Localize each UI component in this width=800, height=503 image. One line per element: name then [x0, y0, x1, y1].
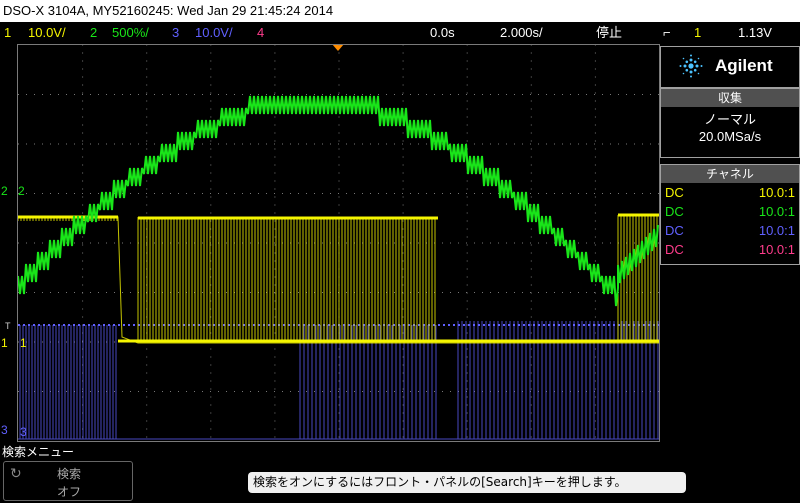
ch4-probe: 10.0:1	[758, 242, 795, 257]
trigger-slope-icon: ⌐	[663, 25, 671, 40]
channel-row-2: DC 10.0:1	[661, 202, 799, 221]
ch2-label: 2	[18, 184, 25, 198]
ch3-probe: 10.0:1	[758, 223, 795, 238]
ch2-ground-marker[interactable]: 2	[1, 185, 8, 197]
acquisition-box[interactable]: 収集 ノーマル 20.0MSa/s	[660, 88, 800, 158]
trigger-level-marker: T	[5, 321, 11, 331]
ch3-ground-marker[interactable]: 3	[1, 424, 8, 436]
waveform-canvas	[18, 45, 659, 440]
agilent-logo-box: Agilent	[660, 46, 800, 88]
channels-header: チャネル	[661, 165, 799, 183]
ch4-coupling: DC	[665, 242, 684, 257]
channels-box[interactable]: チャネル DC 10.0:1 DC 10.0:1 DC 10.0:1 DC 10…	[660, 164, 800, 265]
time-delay: 0.0s	[430, 25, 455, 40]
side-panel: Agilent 収集 ノーマル 20.0MSa/s チャネル DC 10.0:1…	[660, 44, 800, 442]
ch1-high-level	[18, 213, 659, 220]
ch1-ground-marker[interactable]: 1	[1, 337, 8, 349]
ch3-label: 3	[20, 425, 27, 439]
status-bar: 1 10.0V/ 2 500%/ 3 10.0V/ 4 0.0s 2.000s/…	[0, 22, 800, 44]
time-scale: 2.000s/	[500, 25, 543, 40]
ch4-number[interactable]: 4	[257, 22, 264, 44]
sample-rate: 20.0MSa/s	[698, 129, 762, 144]
trigger-channel: 1	[694, 25, 702, 40]
waveform-display[interactable]	[17, 44, 660, 442]
ch2-scale: 500%/	[112, 25, 149, 40]
ch1-number[interactable]: 1	[4, 22, 11, 44]
trigger-level: 1.13V	[738, 25, 772, 40]
brand-name: Agilent	[715, 56, 773, 75]
search-softkey-value: オフ	[56, 485, 81, 499]
ch2-coupling: DC	[665, 204, 684, 219]
channel-row-4: DC 10.0:1	[661, 240, 799, 259]
ch1-coupling: DC	[665, 185, 684, 200]
hint-message: 検索をオンにするにはフロント・パネルの[Search]キーを押します。	[248, 472, 686, 493]
ch3-coupling: DC	[665, 223, 684, 238]
window-title: DSO-X 3104A, MY52160245: Wed Jan 29 21:4…	[0, 0, 800, 22]
search-softkey-label: 検索	[56, 467, 81, 481]
search-softkey[interactable]: ↻ 検索 オフ	[3, 461, 133, 501]
channel-row-3: DC 10.0:1	[661, 221, 799, 240]
channel-row-1: DC 10.0:1	[661, 183, 799, 202]
ch2-probe: 10.0:1	[758, 204, 795, 219]
ch2-trace	[18, 95, 659, 307]
run-state: 停止	[596, 25, 623, 40]
ch1-label: 1	[20, 336, 27, 350]
search-menu-title: 検索メニュー	[2, 445, 75, 459]
ch3-scale: 10.0V/	[195, 25, 233, 40]
agilent-spark-icon	[679, 54, 703, 78]
ch2-number[interactable]: 2	[90, 22, 97, 44]
ch1-scale: 10.0V/	[28, 25, 66, 40]
ch3-number[interactable]: 3	[172, 22, 179, 44]
acquisition-header: 収集	[661, 89, 799, 107]
acquisition-mode: ノーマル	[703, 113, 756, 128]
ch1-probe: 10.0:1	[758, 185, 795, 200]
